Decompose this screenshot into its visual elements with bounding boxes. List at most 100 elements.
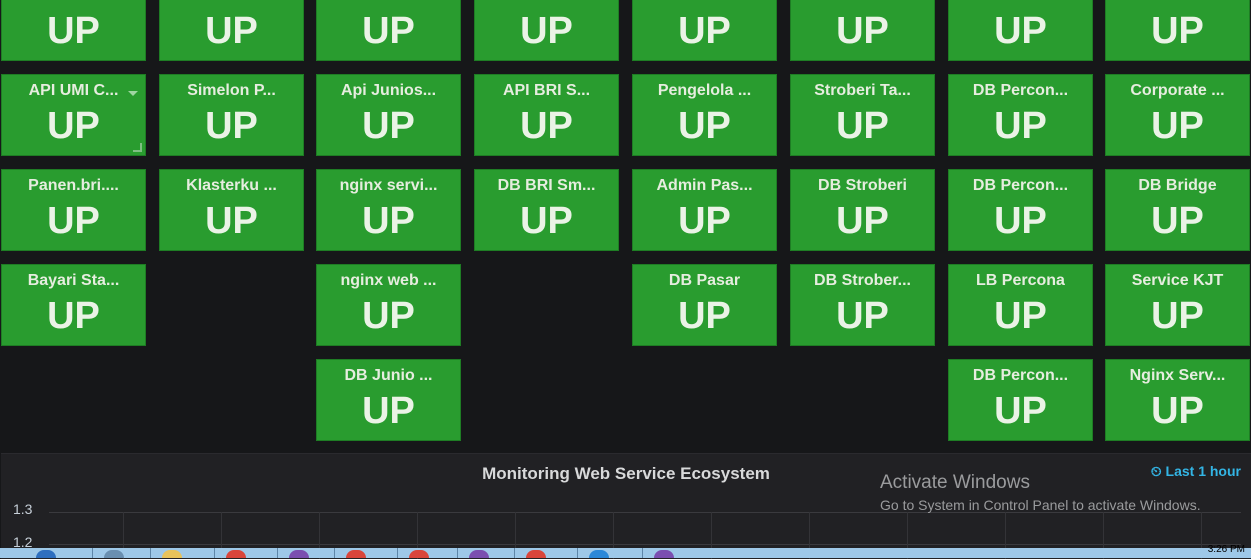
graph-title[interactable]: Monitoring Web Service Ecosystem — [1, 464, 1251, 484]
status-panel[interactable]: DB Strober... UP — [790, 264, 935, 346]
panel-title[interactable]: API UMI C... — [2, 82, 145, 100]
status-panel[interactable]: Admin Pas... UP — [632, 169, 777, 251]
taskbar-separator — [397, 548, 398, 558]
panel-title[interactable]: DB Stroberi — [791, 177, 934, 195]
panel-title[interactable]: Stroberi Ta... — [791, 82, 934, 100]
panel-title[interactable]: API BRI S... — [475, 82, 618, 100]
panel-status-value: UP — [47, 295, 100, 337]
time-range-label: Last 1 hour — [1165, 463, 1241, 479]
status-panel[interactable]: Web Pasar UP — [632, 0, 777, 61]
panel-title[interactable]: DB Bridge — [1106, 177, 1249, 195]
chrome-icon[interactable] — [522, 548, 550, 558]
status-panel[interactable]: DB Junio ... UP — [316, 359, 461, 441]
status-panel[interactable]: BRI Smart... UP — [474, 0, 619, 61]
app-icon[interactable] — [465, 548, 493, 558]
panel-title[interactable]: BRI Smart... — [475, 0, 618, 5]
time-range-picker[interactable]: ⏲ Last 1 hour — [1151, 463, 1241, 480]
panel-title[interactable]: nginx web ... — [317, 272, 460, 290]
status-panel[interactable]: Pengelola ... UP — [632, 74, 777, 156]
panel-title[interactable]: Klasterku ... — [160, 177, 303, 195]
panel-title[interactable]: DB Percon... — [949, 82, 1092, 100]
panel-title[interactable]: Web Pasar — [633, 0, 776, 5]
status-panel[interactable]: Web Junio... UP — [316, 0, 461, 61]
status-panel[interactable]: nginx servi... UP — [316, 169, 461, 251]
status-panel[interactable]: Stroberi K... UP — [790, 0, 935, 61]
taskbar-separator — [150, 548, 151, 558]
clock-icon: ⏲ — [1150, 463, 1162, 479]
app-icon[interactable] — [650, 548, 678, 558]
status-panel[interactable]: DB Percon... UP — [948, 74, 1093, 156]
panel-status-value: UP — [678, 10, 731, 52]
status-panel[interactable]: DB Percon... UP — [948, 359, 1093, 441]
status-panel[interactable]: API BRI S... UP — [474, 74, 619, 156]
panel-title[interactable]: SBM — [2, 0, 145, 5]
panel-title[interactable]: DB Junio ... — [317, 367, 460, 385]
status-panel[interactable]: API UMI C... UP — [1, 74, 146, 156]
app-icon[interactable] — [285, 548, 313, 558]
panel-resize-handle[interactable] — [133, 143, 142, 152]
panel-title[interactable]: Simelon P... — [160, 82, 303, 100]
taskbar: 3:26 PM — [0, 544, 1251, 558]
panel-title[interactable]: Nginx Serv... — [1106, 367, 1249, 385]
panel-title[interactable]: DB Percon... — [949, 177, 1092, 195]
vscode-icon[interactable] — [585, 548, 613, 558]
status-panel[interactable]: Bristore UP — [948, 0, 1093, 61]
chrome-icon[interactable] — [222, 548, 250, 558]
status-panel[interactable]: DB BRI Sm... UP — [474, 169, 619, 251]
panel-menu-chevron-icon[interactable] — [128, 91, 138, 96]
panel-status-value: UP — [520, 200, 573, 242]
panel-title[interactable]: Service KJT — [1106, 272, 1249, 290]
panel-status-value: UP — [362, 200, 415, 242]
panel-title[interactable]: DB BRI Sm... — [475, 177, 618, 195]
panel-status-value: UP — [994, 390, 1047, 432]
status-panel[interactable]: DB Pasar UP — [632, 264, 777, 346]
status-panel[interactable]: DB Percon... UP — [948, 169, 1093, 251]
panel-status-value: UP — [205, 200, 258, 242]
panel-title[interactable]: Bayari Sta... — [2, 272, 145, 290]
taskbar-clock[interactable]: 3:26 PM — [1208, 544, 1245, 555]
panel-status-value: UP — [362, 390, 415, 432]
panel-title[interactable]: Brimola — [160, 0, 303, 5]
chrome-icon[interactable] — [405, 548, 433, 558]
status-panel[interactable]: DB Bridge UP — [1105, 169, 1250, 251]
panel-title[interactable]: Corporate ... — [1106, 82, 1249, 100]
status-panel[interactable]: LB Percona UP — [948, 264, 1093, 346]
panel-status-value: UP — [362, 10, 415, 52]
status-panel[interactable]: Brimola UP — [159, 0, 304, 61]
panel-title[interactable]: UMi Corner — [1106, 0, 1249, 5]
panel-title[interactable]: Panen.bri.... — [2, 177, 145, 195]
panel-title[interactable]: Stroberi K... — [791, 0, 934, 5]
start-icon[interactable] — [32, 548, 60, 558]
panel-status-value: UP — [520, 105, 573, 147]
status-panel[interactable]: SBM UP — [1, 0, 146, 61]
panel-title[interactable]: Admin Pas... — [633, 177, 776, 195]
status-panel[interactable]: Bayari Sta... UP — [1, 264, 146, 346]
panel-title[interactable]: Bristore — [949, 0, 1092, 5]
status-panel[interactable]: UMi Corner UP — [1105, 0, 1250, 61]
status-panel[interactable]: Corporate ... UP — [1105, 74, 1250, 156]
status-panel[interactable]: nginx web ... UP — [316, 264, 461, 346]
status-panel[interactable]: Simelon P... UP — [159, 74, 304, 156]
status-panel[interactable]: Klasterku ... UP — [159, 169, 304, 251]
chrome-icon[interactable] — [342, 548, 370, 558]
panel-title[interactable]: DB Pasar — [633, 272, 776, 290]
panel-status-value: UP — [1151, 295, 1204, 337]
panel-title[interactable]: DB Percon... — [949, 367, 1092, 385]
status-panel[interactable]: DB Stroberi UP — [790, 169, 935, 251]
panel-title[interactable]: Web Junio... — [317, 0, 460, 5]
status-panel[interactable]: Service KJT UP — [1105, 264, 1250, 346]
panel-title[interactable]: DB Strober... — [791, 272, 934, 290]
panel-status-value: UP — [1151, 390, 1204, 432]
panel-title[interactable]: nginx servi... — [317, 177, 460, 195]
status-panel[interactable]: Nginx Serv... UP — [1105, 359, 1250, 441]
status-panel[interactable]: Api Junios... UP — [316, 74, 461, 156]
status-panel[interactable]: Stroberi Ta... UP — [790, 74, 935, 156]
browser-icon[interactable] — [100, 548, 128, 558]
panel-title[interactable]: Pengelola ... — [633, 82, 776, 100]
activation-watermark-title: Activate Windows — [880, 472, 1030, 493]
panel-title[interactable]: Api Junios... — [317, 82, 460, 100]
panel-status-value: UP — [205, 105, 258, 147]
file-explorer-icon[interactable] — [158, 548, 186, 558]
status-panel[interactable]: Panen.bri.... UP — [1, 169, 146, 251]
panel-title[interactable]: LB Percona — [949, 272, 1092, 290]
